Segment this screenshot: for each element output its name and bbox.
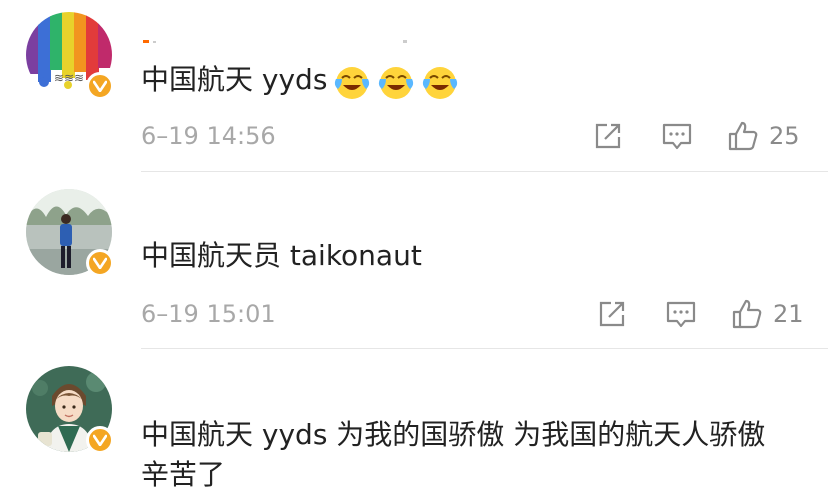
comment-item: ≋≋≋ 中国航天 yyds 6–19 14:56 25 (0, 0, 828, 172)
comment-text: 中国航天 yyds (141, 63, 328, 96)
like-count: 21 (773, 300, 804, 328)
crying-laughing-emoji (335, 67, 370, 99)
comment-text: 中国航天员 taikonaut (141, 239, 422, 272)
comment-button[interactable] (665, 294, 697, 334)
comment-meta: 6–19 15:01 21 (141, 294, 804, 334)
comment-text-block: 中国航天员 taikonaut (141, 236, 788, 276)
svg-text:≋≋≋: ≋≋≋ (54, 71, 84, 85)
comment-item: 中国航天 yyds 为我的国骄傲 为我国的航天人骄傲 辛苦了 (0, 349, 828, 499)
share-button[interactable] (593, 116, 623, 156)
like-button[interactable]: 21 (731, 294, 804, 334)
crying-laughing-emoji (379, 67, 414, 99)
comment-text: 中国航天 yyds 为我的国骄傲 为我国的航天人骄傲 辛苦了 (141, 418, 766, 491)
share-button[interactable] (597, 294, 627, 334)
avatar-wrapper[interactable]: ≋≋≋ (26, 12, 114, 100)
avatar-wrapper[interactable] (26, 366, 114, 454)
avatar-wrapper[interactable] (26, 189, 114, 277)
thumbs-up-icon (728, 121, 758, 151)
comment-timestamp: 6–19 14:56 (141, 122, 276, 150)
verified-icon (86, 72, 114, 100)
comment-icon (662, 123, 692, 150)
thumbs-up-icon (732, 299, 762, 329)
comment-icon (666, 301, 696, 328)
share-icon (595, 123, 621, 149)
comment-text-block: 中国航天 yyds (141, 60, 788, 101)
emoji-group (333, 61, 465, 101)
like-count: 25 (769, 122, 800, 150)
share-icon (599, 301, 625, 327)
like-button[interactable]: 25 (727, 116, 800, 156)
verified-icon (86, 426, 114, 454)
comment-timestamp: 6–19 15:01 (141, 300, 276, 328)
comment-text-block: 中国航天 yyds 为我的国骄傲 为我国的航天人骄傲 辛苦了 (141, 415, 782, 495)
comment-button[interactable] (661, 116, 693, 156)
verified-icon (86, 249, 114, 277)
comment-meta: 6–19 14:56 25 (141, 116, 802, 156)
crying-laughing-emoji (423, 67, 458, 99)
comment-item: 中国航天员 taikonaut 6–19 15:01 21 (0, 172, 828, 348)
